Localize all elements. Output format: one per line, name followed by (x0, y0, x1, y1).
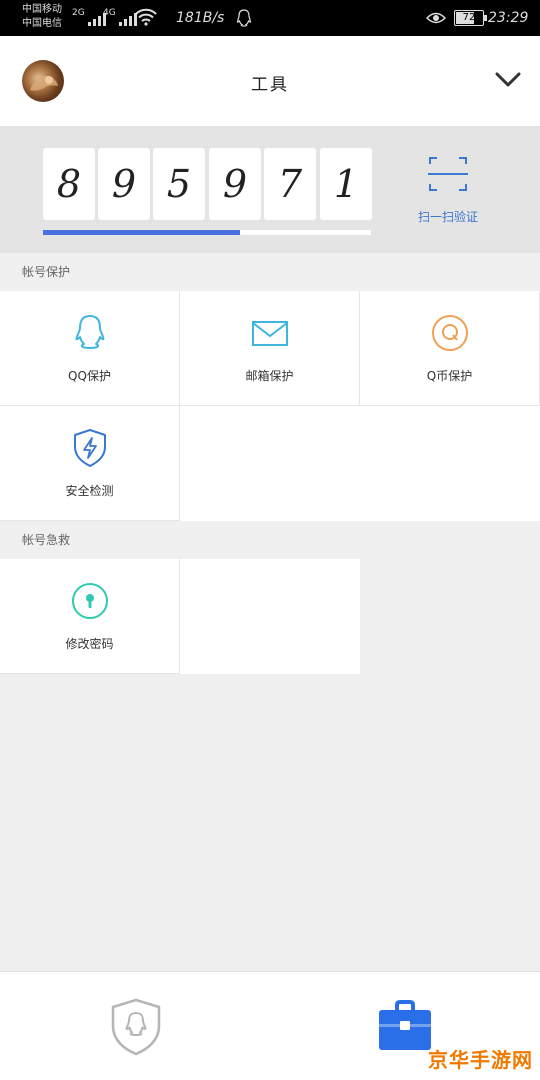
empty-tile-area (180, 559, 360, 674)
page-title: 工具 (251, 75, 289, 95)
qq-notification-icon (236, 9, 252, 27)
section-title-rescue: 帐号急救 (0, 521, 540, 559)
carrier-1: 中国移动 (22, 4, 62, 15)
section-title-protection: 帐号保护 (0, 253, 540, 291)
shield-bolt-icon (74, 429, 106, 467)
network-speed: 181B/s (176, 10, 225, 26)
carrier-labels: 中国移动 中国电信 (22, 3, 62, 31)
token-digit: 9 (209, 148, 261, 220)
qq-shield-icon[interactable] (110, 998, 162, 1056)
rescue-row-1: 修改密码 (0, 559, 540, 674)
toolbox-icon[interactable] (377, 998, 433, 1054)
signal-2-icon: 4G (103, 8, 137, 26)
token-digit: 1 (320, 148, 372, 220)
qq-protect-tile[interactable]: QQ保护 (0, 291, 180, 406)
network-type-2: 4G (103, 8, 116, 18)
watermark: 京华手游网 (428, 1048, 533, 1072)
protection-row-2: 安全检测 (0, 406, 540, 521)
token-digit: 9 (98, 148, 150, 220)
token-progress-bar (43, 230, 371, 235)
signal-1-icon: 2G (72, 8, 106, 26)
scan-verify-button[interactable]: 扫一扫验证 (410, 152, 486, 228)
carrier-2: 中国电信 (22, 18, 62, 29)
security-check-tile[interactable]: 安全检测 (0, 406, 180, 521)
qq-penguin-icon (75, 315, 105, 349)
security-check-label: 安全检测 (65, 484, 114, 498)
token-digit: 7 (264, 148, 316, 220)
battery-level: 72 (462, 12, 476, 23)
change-password-tile[interactable]: 修改密码 (0, 559, 180, 674)
status-bar: 中国移动 中国电信 2G 4G 181B/s 72 23:29 (0, 0, 540, 36)
keyhole-icon (72, 583, 108, 619)
app-header: 工具 (0, 36, 540, 126)
token-panel: 8 9 5 9 7 1 扫一扫验证 (0, 126, 540, 253)
protection-row-1: QQ保护 邮箱保护 Q币保护 (0, 291, 540, 406)
token-digit: 8 (43, 148, 95, 220)
token-digit: 5 (153, 148, 205, 220)
network-type-1: 2G (72, 8, 85, 18)
scan-verify-label: 扫一扫验证 (417, 210, 478, 224)
q-coin-icon (432, 315, 468, 351)
change-password-label: 修改密码 (65, 637, 114, 651)
qq-protect-label: QQ保护 (68, 369, 111, 383)
clock: 23:29 (488, 10, 529, 26)
mail-protect-label: 邮箱保护 (245, 369, 294, 383)
empty-tile-area (180, 406, 540, 521)
scan-frame-icon (428, 157, 468, 191)
wifi-icon (135, 8, 157, 26)
qcoin-protect-tile[interactable]: Q币保护 (360, 291, 540, 406)
qcoin-protect-label: Q币保护 (426, 369, 473, 383)
mail-protect-tile[interactable]: 邮箱保护 (180, 291, 360, 406)
battery-icon: 72 (454, 10, 487, 26)
mail-icon (252, 321, 288, 346)
token-progress-fill (43, 230, 240, 235)
eye-comfort-icon (426, 12, 446, 24)
chevron-down-icon[interactable] (494, 71, 522, 89)
